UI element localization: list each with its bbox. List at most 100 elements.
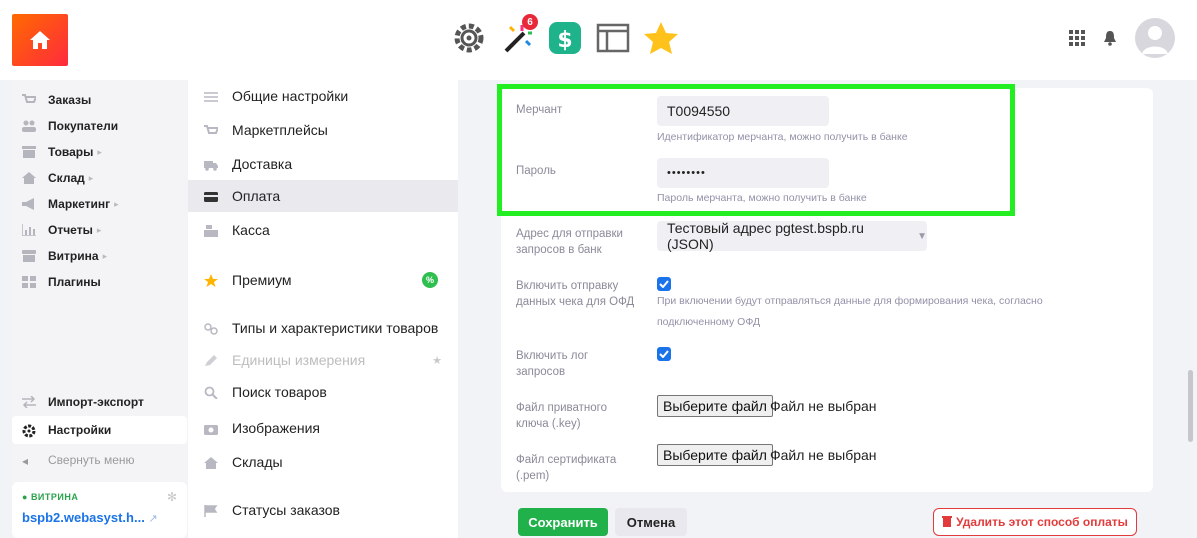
settings-item-general[interactable]: Общие настройки (188, 80, 458, 112)
sidebar-item-label: Отчеты (48, 223, 93, 237)
caret-down-icon: ▼ (917, 230, 927, 242)
settings-item-marketplaces[interactable]: Маркетплейсы (188, 114, 458, 146)
menu-item-label: Изображения (232, 420, 320, 436)
megaphone-icon (22, 198, 36, 210)
cert-file-button[interactable]: Выберите файл (657, 444, 773, 466)
plugins-icon (22, 276, 36, 288)
delete-label: Удалить этот способ оплаты (956, 515, 1128, 529)
save-button[interactable]: Сохранить (518, 508, 608, 536)
sidebar-item-settings[interactable]: Настройки (12, 416, 187, 444)
trash-icon (942, 515, 953, 530)
sidebar-item-label: Настройки (48, 423, 112, 437)
star-app-icon[interactable] (642, 18, 680, 58)
menu-item-label: Общие настройки (232, 88, 349, 104)
apps-grid-icon[interactable] (1069, 30, 1085, 46)
delete-payment-method-button[interactable]: Удалить этот способ оплаты (933, 508, 1137, 536)
sidebar-item-label: Импорт-экспорт (48, 395, 144, 409)
settings-item-search[interactable]: Поиск товаров (188, 376, 458, 408)
warehouse-icon (22, 172, 36, 184)
sidebar-item-warehouse[interactable]: Склад ▸ (12, 164, 187, 192)
sidebar-item-orders[interactable]: Заказы (12, 86, 187, 114)
menu-item-label: Единицы измерения (232, 352, 366, 368)
discount-badge: % (422, 272, 438, 288)
swap-arrows-icon (22, 395, 36, 409)
users-icon (22, 120, 36, 132)
sidebar-item-customers[interactable]: Покупатели (12, 112, 187, 140)
log-checkbox[interactable] (657, 347, 671, 361)
sidebar-item-label: Товары (48, 145, 94, 159)
notification-badge: 6 (522, 14, 538, 30)
chevron-right-icon: ▸ (114, 198, 119, 209)
bank-address-select[interactable]: Тестовый адрес pgtest.bspb.ru (JSON) ▼ (657, 220, 927, 252)
search-icon (204, 386, 218, 400)
ofd-checkbox[interactable] (657, 277, 671, 291)
bell-icon[interactable] (1103, 30, 1117, 46)
pencil-icon (204, 354, 218, 366)
avatar[interactable] (1135, 18, 1175, 58)
ofd-label: Включить отправку данных чека для ОФД (516, 280, 635, 308)
bank-address-value: Тестовый адрес pgtest.bspb.ru (JSON) (667, 220, 864, 252)
sidebar-item-products[interactable]: Товары ▸ (12, 138, 187, 166)
wand-app-icon[interactable]: 6 (498, 14, 538, 58)
settings-gear-app-icon[interactable] (450, 18, 488, 58)
camera-icon (204, 422, 218, 435)
settings-item-units[interactable]: Единицы измерения ★ (188, 344, 458, 376)
highlight-frame (497, 84, 1015, 216)
sidebar-item-import-export[interactable]: Импорт-экспорт (12, 388, 187, 416)
window-app-icon[interactable] (594, 18, 632, 58)
storefront-link[interactable]: bspb2.webasyst.h... ↗ (22, 510, 177, 525)
check-icon (659, 280, 669, 288)
storefront-label: ● ВИТРИНА (22, 492, 79, 502)
home-icon (30, 31, 50, 49)
cart-icon (204, 124, 220, 136)
sidebar-item-label: Покупатели (48, 119, 119, 133)
menu-item-label: Маркетплейсы (232, 122, 328, 138)
sidebar-item-label: Маркетинг (48, 197, 111, 211)
warehouse-icon (204, 456, 218, 469)
chevron-right-icon: ▸ (96, 224, 102, 235)
menu-item-label: Склады (232, 454, 283, 470)
sidebar-item-storefront[interactable]: Витрина ▸ (12, 242, 187, 270)
scrollbar[interactable] (1188, 370, 1193, 442)
gear-icon[interactable]: ✻ (167, 490, 177, 504)
app-switcher: 6 $ (450, 14, 680, 58)
settings-item-delivery[interactable]: Доставка (188, 148, 458, 180)
gear-icon (22, 424, 36, 438)
key-file-status: Файл не выбран (770, 398, 877, 414)
settings-item-images[interactable]: Изображения (188, 412, 458, 444)
menu-item-label: Типы и характеристики товаров (232, 320, 439, 336)
truck-icon (204, 158, 218, 171)
main-sidebar: Заказы Покупатели Товары ▸ Склад ▸ Марке… (12, 80, 187, 538)
chevron-right-icon: ▸ (102, 250, 108, 261)
storefront-icon (22, 250, 36, 262)
settings-item-order-statuses[interactable]: Статусы заказов (188, 494, 458, 526)
menu-item-label: Статусы заказов (232, 502, 340, 518)
cash-register-icon (204, 224, 218, 237)
sidebar-item-plugins[interactable]: Плагины (12, 268, 187, 296)
sidebar-item-label: Заказы (48, 93, 92, 107)
chevron-right-icon: ▸ (97, 146, 102, 157)
money-app-icon[interactable]: $ (546, 18, 584, 58)
star-icon (204, 274, 218, 287)
menu-item-label: Поиск товаров (232, 384, 327, 400)
cancel-button[interactable]: Отмена (615, 508, 687, 536)
key-file-button[interactable]: Выберите файл (657, 395, 773, 417)
settings-item-premium[interactable]: Премиум % (188, 264, 458, 296)
top-right-controls (1069, 18, 1175, 58)
settings-item-payment[interactable]: Оплата (188, 180, 458, 212)
cert-file-status: Файл не выбран (770, 447, 877, 463)
products-icon (22, 146, 36, 158)
settings-item-warehouses[interactable]: Склады (188, 446, 458, 478)
credit-card-icon (204, 190, 218, 202)
settings-item-product-types[interactable]: Типы и характеристики товаров (188, 312, 458, 344)
chevron-right-icon: ▸ (88, 172, 94, 183)
sidebar-item-reports[interactable]: Отчеты ▸ (12, 216, 187, 244)
menu-item-label: Доставка (232, 156, 293, 172)
settings-item-cashbox[interactable]: Касса (188, 214, 458, 246)
sidebar-item-marketing[interactable]: Маркетинг ▸ (12, 190, 187, 218)
chart-icon (21, 224, 36, 237)
collapse-menu-button[interactable]: ◂ Свернуть меню (12, 446, 187, 474)
storefront-url: bspb2.webasyst.h... (22, 510, 145, 525)
cert-file-label: Файл сертификата (.pem) (516, 454, 617, 482)
home-button[interactable] (12, 14, 68, 66)
